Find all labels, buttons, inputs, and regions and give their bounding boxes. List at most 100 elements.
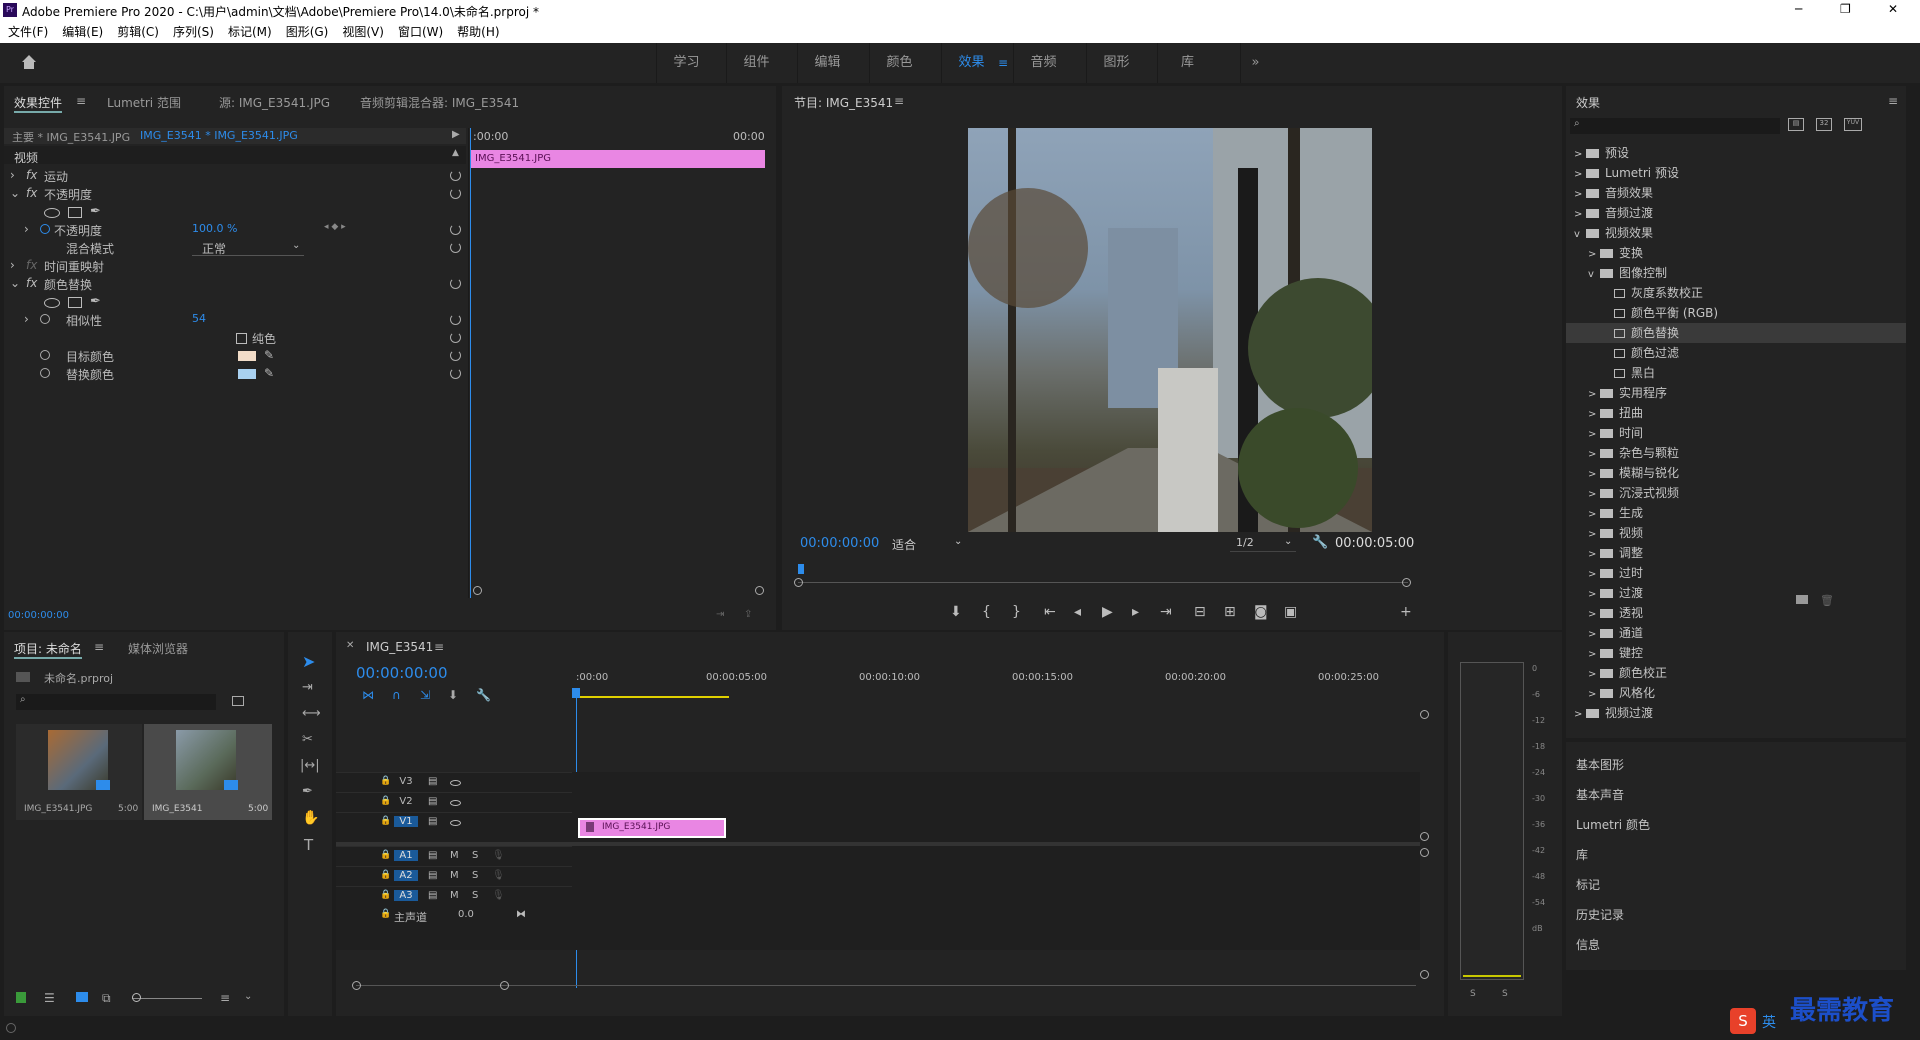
chevron-right-icon[interactable]: > bbox=[1588, 465, 1600, 485]
effects-tree-item[interactable]: > 视频过渡 bbox=[1566, 703, 1906, 723]
solo-track-button[interactable]: S bbox=[472, 890, 478, 901]
chevron-right-icon[interactable]: > bbox=[1588, 385, 1600, 405]
fx-color-replace-row[interactable]: ⌄ fx 颜色替换 bbox=[10, 276, 461, 294]
reset-icon[interactable] bbox=[450, 368, 461, 379]
effects-tree-item[interactable]: > 音频效果 bbox=[1566, 183, 1906, 203]
menu-clip[interactable]: 剪辑(C) bbox=[117, 22, 159, 43]
panel-markers[interactable]: 标记 bbox=[1576, 876, 1600, 893]
effects-tree-item[interactable]: > 沉浸式视频 bbox=[1566, 483, 1906, 503]
workspace-audio[interactable]: 音频 bbox=[1013, 43, 1073, 83]
effects-tree-item[interactable]: > 模糊与锐化 bbox=[1566, 463, 1906, 483]
play-only-icon[interactable]: ▶ bbox=[452, 129, 460, 140]
panel-menu-icon[interactable]: ≡ bbox=[76, 94, 86, 108]
tab-effect-controls[interactable]: 效果控件 bbox=[14, 94, 63, 113]
effects-tree-item[interactable]: v 视频效果 bbox=[1566, 223, 1906, 243]
track-name[interactable]: A3 bbox=[394, 890, 418, 901]
similarity-row[interactable]: › 相似性 54 bbox=[10, 312, 461, 330]
close-button[interactable]: ✕ bbox=[1888, 2, 1898, 16]
zoom-handle-right[interactable] bbox=[1402, 578, 1411, 587]
mini-timeline-clip[interactable]: IMG_E3541.JPG bbox=[471, 150, 765, 168]
solo-track-button[interactable]: S bbox=[472, 870, 478, 881]
stopwatch-icon[interactable] bbox=[40, 368, 50, 378]
lock-track-icon[interactable]: 🔒 bbox=[380, 909, 391, 919]
maximize-button[interactable]: ❐ bbox=[1840, 2, 1851, 16]
chevron-right-icon[interactable]: > bbox=[1588, 525, 1600, 545]
rectangle-mask-icon[interactable] bbox=[68, 207, 82, 218]
solo-right-button[interactable]: S bbox=[1502, 989, 1508, 999]
time-remap-row[interactable]: › fx 时间重映射 bbox=[10, 258, 460, 276]
effect-controls-timecode[interactable]: 00:00:00:00 bbox=[8, 610, 69, 621]
expand-arrow-icon[interactable]: › bbox=[10, 168, 15, 182]
replace-color-row[interactable]: 替换颜色 ✎ bbox=[10, 366, 461, 384]
effects-tree-item[interactable]: > 视频 bbox=[1566, 523, 1906, 543]
add-button-icon[interactable]: + bbox=[1400, 604, 1412, 620]
fx-opacity-row[interactable]: ⌄ fx 不透明度 bbox=[10, 186, 461, 204]
effects-tree-item[interactable]: > 变换 bbox=[1566, 243, 1906, 263]
chevron-right-icon[interactable]: > bbox=[1588, 485, 1600, 505]
close-tab-icon[interactable]: ✕ bbox=[346, 640, 354, 651]
play-icon[interactable]: ▶ bbox=[1102, 604, 1113, 620]
eyedropper-icon[interactable]: ✎ bbox=[264, 366, 274, 380]
sync-lock-icon[interactable]: ▤ bbox=[428, 796, 437, 807]
reset-icon[interactable] bbox=[450, 170, 461, 181]
zoom-slider-handle[interactable] bbox=[132, 993, 141, 1002]
resolution-select[interactable]: 1/2 ⌄ bbox=[1230, 536, 1296, 552]
effects-tree-item[interactable]: > 过渡 bbox=[1566, 583, 1906, 603]
toggle-output-eye-icon[interactable] bbox=[450, 780, 461, 786]
keyframe-nav-icon[interactable]: ◂ ◆ ▸ bbox=[324, 222, 346, 232]
tab-source[interactable]: 源: IMG_E3541.JPG bbox=[219, 94, 330, 111]
settings-wrench-icon[interactable]: 🔧 bbox=[1312, 535, 1328, 550]
delete-icon[interactable]: 🗑 bbox=[1820, 594, 1834, 607]
effects-tree-item[interactable]: > 时间 bbox=[1566, 423, 1906, 443]
add-marker-icon[interactable]: ⬇ bbox=[950, 604, 962, 620]
reset-icon[interactable] bbox=[450, 188, 461, 199]
sync-lock-icon[interactable]: ▤ bbox=[428, 850, 437, 861]
timeline-timecode[interactable]: 00:00:00:00 bbox=[356, 664, 448, 682]
panel-essential-sound[interactable]: 基本声音 bbox=[1576, 786, 1624, 803]
comparison-view-icon[interactable]: ▣ bbox=[1284, 604, 1297, 620]
new-bin-icon[interactable] bbox=[1796, 595, 1808, 604]
program-zoom-bar[interactable] bbox=[798, 582, 1408, 583]
mark-in-icon[interactable]: { bbox=[982, 604, 991, 620]
track-scroll-handle[interactable] bbox=[1420, 848, 1429, 857]
panel-libraries[interactable]: 库 bbox=[1576, 846, 1588, 863]
workspace-editing[interactable]: 编辑 bbox=[797, 43, 857, 83]
freeform-view-icon[interactable]: ⧉ bbox=[102, 991, 111, 1006]
track-name[interactable]: A2 bbox=[394, 870, 418, 881]
mute-track-button[interactable]: M bbox=[450, 850, 459, 861]
chevron-right-icon[interactable]: > bbox=[1588, 425, 1600, 445]
mute-track-button[interactable]: M bbox=[450, 870, 459, 881]
chevron-right-icon[interactable]: > bbox=[1588, 405, 1600, 425]
effects-tree-item[interactable]: 颜色替换 bbox=[1566, 323, 1906, 343]
expand-arrow-icon[interactable]: › bbox=[24, 222, 29, 236]
collapse-up-icon[interactable]: ▲ bbox=[452, 148, 459, 158]
menu-window[interactable]: 窗口(W) bbox=[398, 22, 443, 43]
chevron-right-icon[interactable]: > bbox=[1574, 185, 1586, 205]
eyedropper-icon[interactable]: ✎ bbox=[264, 348, 274, 362]
master-volume-value[interactable]: 0.0 bbox=[458, 909, 474, 920]
type-tool-icon[interactable]: T bbox=[304, 836, 313, 854]
32bit-effects-icon[interactable]: 32 bbox=[1816, 118, 1832, 131]
sync-lock-icon[interactable]: ▤ bbox=[428, 870, 437, 881]
razor-tool-icon[interactable]: ✂ bbox=[302, 732, 313, 747]
chevron-right-icon[interactable]: > bbox=[1588, 685, 1600, 705]
toggle-output-eye-icon[interactable] bbox=[450, 820, 461, 826]
chevron-right-icon[interactable]: > bbox=[1588, 625, 1600, 645]
zoom-handle-left[interactable] bbox=[352, 981, 361, 990]
program-playhead[interactable] bbox=[798, 564, 804, 574]
effects-tree-item[interactable]: > Lumetri 预设 bbox=[1566, 163, 1906, 183]
collapse-arrow-icon[interactable]: ⌄ bbox=[10, 186, 20, 200]
effects-search-field[interactable]: ⌕ bbox=[1570, 118, 1780, 134]
effects-tree-item[interactable]: 颜色平衡 (RGB) bbox=[1566, 303, 1906, 323]
track-scroll-handle[interactable] bbox=[1420, 710, 1429, 719]
tab-audio-clip-mixer[interactable]: 音频剪辑混合器: IMG_E3541 bbox=[360, 94, 519, 111]
workspace-more-button[interactable]: » bbox=[1240, 43, 1270, 83]
list-view-icon[interactable]: ☰ bbox=[44, 991, 55, 1005]
effects-tree-item[interactable]: > 风格化 bbox=[1566, 683, 1906, 703]
go-to-in-icon[interactable]: ⇤ bbox=[1044, 604, 1056, 620]
chevron-right-icon[interactable]: > bbox=[1588, 245, 1600, 265]
ellipse-mask-icon[interactable] bbox=[44, 298, 60, 308]
mark-out-icon[interactable]: } bbox=[1012, 604, 1021, 620]
extract-icon[interactable]: ⊞ bbox=[1224, 604, 1236, 620]
reset-icon[interactable] bbox=[450, 314, 461, 325]
